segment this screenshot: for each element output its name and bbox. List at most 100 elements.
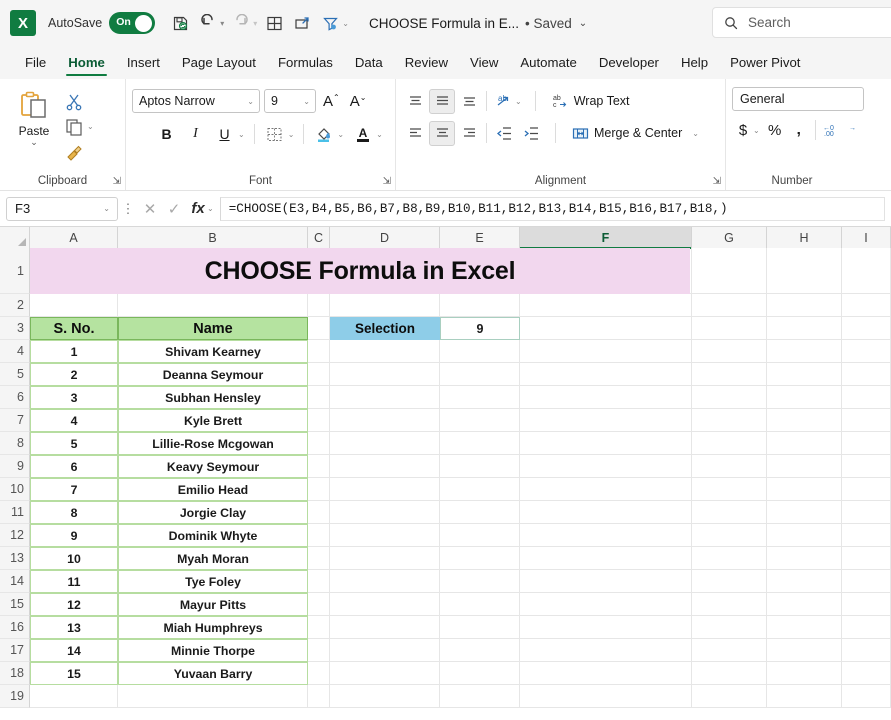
cell-c11[interactable]: [308, 501, 330, 524]
save-icon[interactable]: [167, 10, 193, 36]
cell-i4[interactable]: [842, 340, 891, 363]
cell-f2[interactable]: [520, 294, 692, 317]
table-cell-sno-12[interactable]: 12: [30, 593, 118, 616]
cell-d16[interactable]: [330, 616, 440, 639]
cell-g12[interactable]: [692, 524, 767, 547]
cell-f14[interactable]: [520, 570, 692, 593]
cell-i17[interactable]: [842, 639, 891, 662]
font-size-input[interactable]: 9 ⌄: [264, 89, 316, 113]
cell-d13[interactable]: [330, 547, 440, 570]
cell-d12[interactable]: [330, 524, 440, 547]
table-cell-sno-2[interactable]: 2: [30, 363, 118, 386]
table-header-sno[interactable]: S. No.: [30, 317, 118, 340]
row-header-9[interactable]: 9: [0, 455, 30, 478]
align-top-button[interactable]: [402, 89, 428, 114]
cell-f12[interactable]: [520, 524, 692, 547]
name-box-dropdown-icon[interactable]: ⌄: [103, 204, 110, 213]
cell-i11[interactable]: [842, 501, 891, 524]
search-box[interactable]: Search: [712, 7, 891, 38]
fill-color-dropdown-icon[interactable]: ⌄: [337, 130, 344, 139]
pen-icon[interactable]: [289, 10, 315, 36]
cell-g10[interactable]: [692, 478, 767, 501]
table-cell-sno-14[interactable]: 14: [30, 639, 118, 662]
fill-color-button[interactable]: [311, 122, 336, 147]
table-cell-sno-4[interactable]: 4: [30, 409, 118, 432]
cell-g4[interactable]: [692, 340, 767, 363]
bold-button[interactable]: B: [154, 122, 179, 147]
cell-h9[interactable]: [767, 455, 842, 478]
column-header-f[interactable]: F: [520, 227, 692, 249]
cell-d18[interactable]: [330, 662, 440, 685]
row-header-10[interactable]: 10: [0, 478, 30, 501]
cell-c3[interactable]: [308, 317, 330, 340]
row-header-2[interactable]: 2: [0, 294, 30, 317]
align-bottom-button[interactable]: [456, 89, 482, 114]
column-header-a[interactable]: A: [30, 227, 118, 248]
cell-c4[interactable]: [308, 340, 330, 363]
cell-f11[interactable]: [520, 501, 692, 524]
cell-h11[interactable]: [767, 501, 842, 524]
tab-view[interactable]: View: [459, 46, 509, 79]
table-cell-name-9[interactable]: Dominik Whyte: [118, 524, 308, 547]
cell-h4[interactable]: [767, 340, 842, 363]
table-cell-sno-13[interactable]: 13: [30, 616, 118, 639]
cell-e9[interactable]: [440, 455, 520, 478]
cell-e14[interactable]: [440, 570, 520, 593]
cancel-icon[interactable]: ✕: [138, 197, 162, 221]
cell-f15[interactable]: [520, 593, 692, 616]
table-icon[interactable]: [261, 10, 287, 36]
cell-f7[interactable]: [520, 409, 692, 432]
underline-button[interactable]: U: [212, 122, 237, 147]
cell-d11[interactable]: [330, 501, 440, 524]
cell-d7[interactable]: [330, 409, 440, 432]
cell-d9[interactable]: [330, 455, 440, 478]
cell-g6[interactable]: [692, 386, 767, 409]
table-cell-sno-6[interactable]: 6: [30, 455, 118, 478]
cell-h3[interactable]: [767, 317, 842, 340]
table-cell-name-4[interactable]: Kyle Brett: [118, 409, 308, 432]
row-header-13[interactable]: 13: [0, 547, 30, 570]
font-size-dropdown-icon[interactable]: ⌄: [303, 97, 310, 106]
cell-b2[interactable]: [118, 294, 308, 317]
copy-button[interactable]: ⌄: [64, 115, 96, 139]
table-cell-sno-3[interactable]: 3: [30, 386, 118, 409]
tab-formulas[interactable]: Formulas: [267, 46, 344, 79]
cell-g11[interactable]: [692, 501, 767, 524]
table-cell-sno-9[interactable]: 9: [30, 524, 118, 547]
table-cell-name-10[interactable]: Myah Moran: [118, 547, 308, 570]
decrease-decimal-button[interactable]: ←0 .00: [821, 118, 843, 143]
table-cell-name-11[interactable]: Tye Foley: [118, 570, 308, 593]
tab-home[interactable]: Home: [57, 46, 116, 79]
tab-developer[interactable]: Developer: [588, 46, 670, 79]
cell-h14[interactable]: [767, 570, 842, 593]
tab-automate[interactable]: Automate: [509, 46, 587, 79]
cell-g18[interactable]: [692, 662, 767, 685]
cell-f16[interactable]: [520, 616, 692, 639]
cell-c15[interactable]: [308, 593, 330, 616]
cell-h16[interactable]: [767, 616, 842, 639]
tab-insert[interactable]: Insert: [116, 46, 171, 79]
selection-index-cell[interactable]: 9: [440, 317, 520, 340]
cell-c16[interactable]: [308, 616, 330, 639]
customize-qat-icon[interactable]: ⌄: [342, 19, 349, 28]
decrease-indent-button[interactable]: [491, 121, 517, 146]
tab-help[interactable]: Help: [670, 46, 719, 79]
row-header-3[interactable]: 3: [0, 317, 30, 340]
copy-dropdown-icon[interactable]: ⌄: [87, 122, 94, 131]
table-cell-sno-11[interactable]: 11: [30, 570, 118, 593]
cell-g3[interactable]: [692, 317, 767, 340]
row-header-5[interactable]: 5: [0, 363, 30, 386]
row-header-14[interactable]: 14: [0, 570, 30, 593]
table-cell-name-15[interactable]: Yuvaan Barry: [118, 662, 308, 685]
cell-i12[interactable]: [842, 524, 891, 547]
cell-d15[interactable]: [330, 593, 440, 616]
format-painter-button[interactable]: [64, 140, 96, 164]
formula-bar-expand-icon[interactable]: ⌄: [207, 204, 214, 213]
cell-g7[interactable]: [692, 409, 767, 432]
cell-i16[interactable]: [842, 616, 891, 639]
borders-dropdown-icon[interactable]: ⌄: [288, 130, 295, 139]
autosave-toggle[interactable]: On: [109, 12, 156, 34]
cell-e19[interactable]: [440, 685, 520, 708]
align-middle-button[interactable]: [429, 88, 455, 114]
cell-d6[interactable]: [330, 386, 440, 409]
